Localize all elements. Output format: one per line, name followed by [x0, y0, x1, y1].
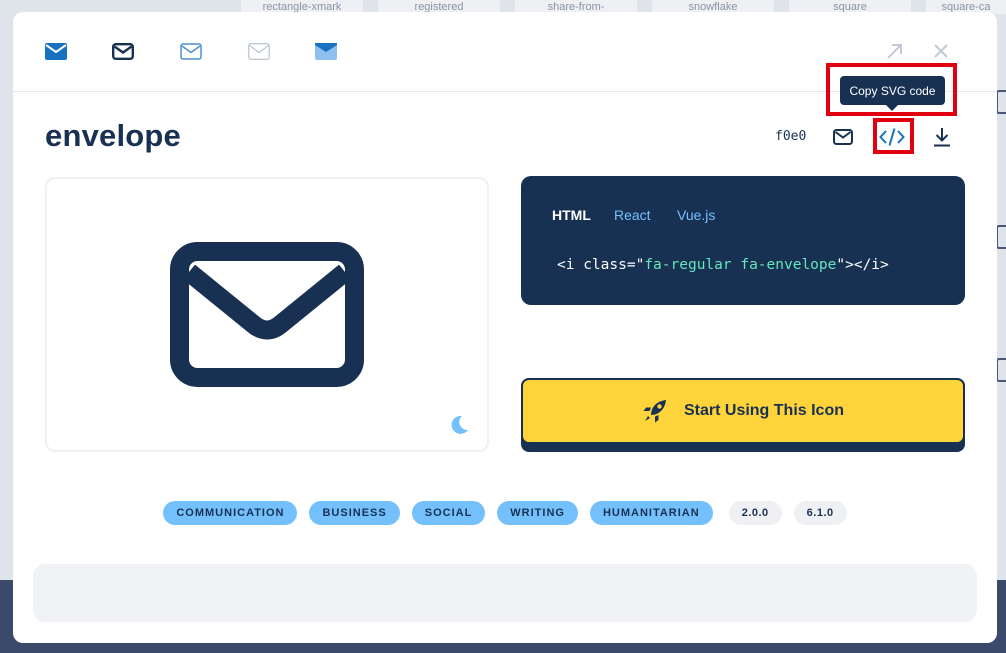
- background-right-edge: [996, 80, 1006, 480]
- tag-communication[interactable]: COMMUNICATION: [163, 501, 298, 525]
- tab-react[interactable]: React: [614, 207, 651, 223]
- start-using-label: Start Using This Icon: [683, 402, 844, 419]
- code-class-value: fa-regular fa-envelope: [644, 257, 837, 273]
- bg-edge-icon: [996, 225, 1006, 249]
- style-thin-envelope-icon[interactable]: [246, 40, 272, 62]
- code-suffix: "></i>: [836, 257, 889, 273]
- tag-social[interactable]: SOCIAL: [411, 501, 486, 525]
- icon-preview: [45, 177, 489, 452]
- tag-business[interactable]: BUSINESS: [309, 501, 400, 525]
- rocket-icon: [643, 400, 666, 423]
- dark-mode-moon-icon[interactable]: [449, 415, 469, 440]
- code-prefix: <i class=": [557, 257, 645, 273]
- style-regular-envelope-icon[interactable]: [110, 40, 136, 62]
- style-solid-envelope-icon[interactable]: [43, 40, 69, 62]
- start-using-button-face: Start Using This Icon: [521, 378, 965, 444]
- modal-footer-area: [33, 564, 977, 622]
- code-snippet[interactable]: <i class="fa-regular fa-envelope"></i>: [557, 257, 889, 273]
- tab-vuejs[interactable]: Vue.js: [677, 207, 715, 223]
- tag-humanitarian[interactable]: HUMANITARIAN: [589, 501, 713, 525]
- copy-svg-highlight-box: [873, 118, 914, 154]
- bg-edge-icon: [996, 358, 1006, 382]
- version-badge-2-0-0[interactable]: 2.0.0: [728, 501, 782, 525]
- copy-svg-tooltip: Copy SVG code: [840, 76, 945, 111]
- version-badge-6-1-0[interactable]: 6.1.0: [793, 501, 847, 525]
- start-using-button[interactable]: Start Using This Icon: [521, 378, 965, 452]
- unicode-value[interactable]: f0e0: [775, 129, 806, 144]
- bg-edge-icon: [996, 90, 1006, 114]
- icon-title: envelope: [45, 118, 181, 153]
- style-duotone-envelope-icon[interactable]: [313, 40, 339, 62]
- download-icon[interactable]: [929, 124, 955, 150]
- tag-writing[interactable]: WRITING: [497, 501, 578, 525]
- open-in-new-icon[interactable]: [883, 40, 905, 62]
- code-snippet-panel: HTML React Vue.js <i class="fa-regular f…: [521, 176, 965, 305]
- tab-html[interactable]: HTML: [552, 207, 591, 223]
- close-icon[interactable]: [930, 40, 952, 62]
- style-light-envelope-icon[interactable]: [178, 40, 204, 62]
- envelope-preview-icon: [170, 242, 364, 387]
- tag-list: COMMUNICATION BUSINESS SOCIAL WRITING HU…: [13, 501, 997, 525]
- icon-detail-modal: envelope f0e0 Copy SVG code HTML React V…: [13, 12, 997, 643]
- copy-glyph-envelope-icon[interactable]: [830, 124, 856, 150]
